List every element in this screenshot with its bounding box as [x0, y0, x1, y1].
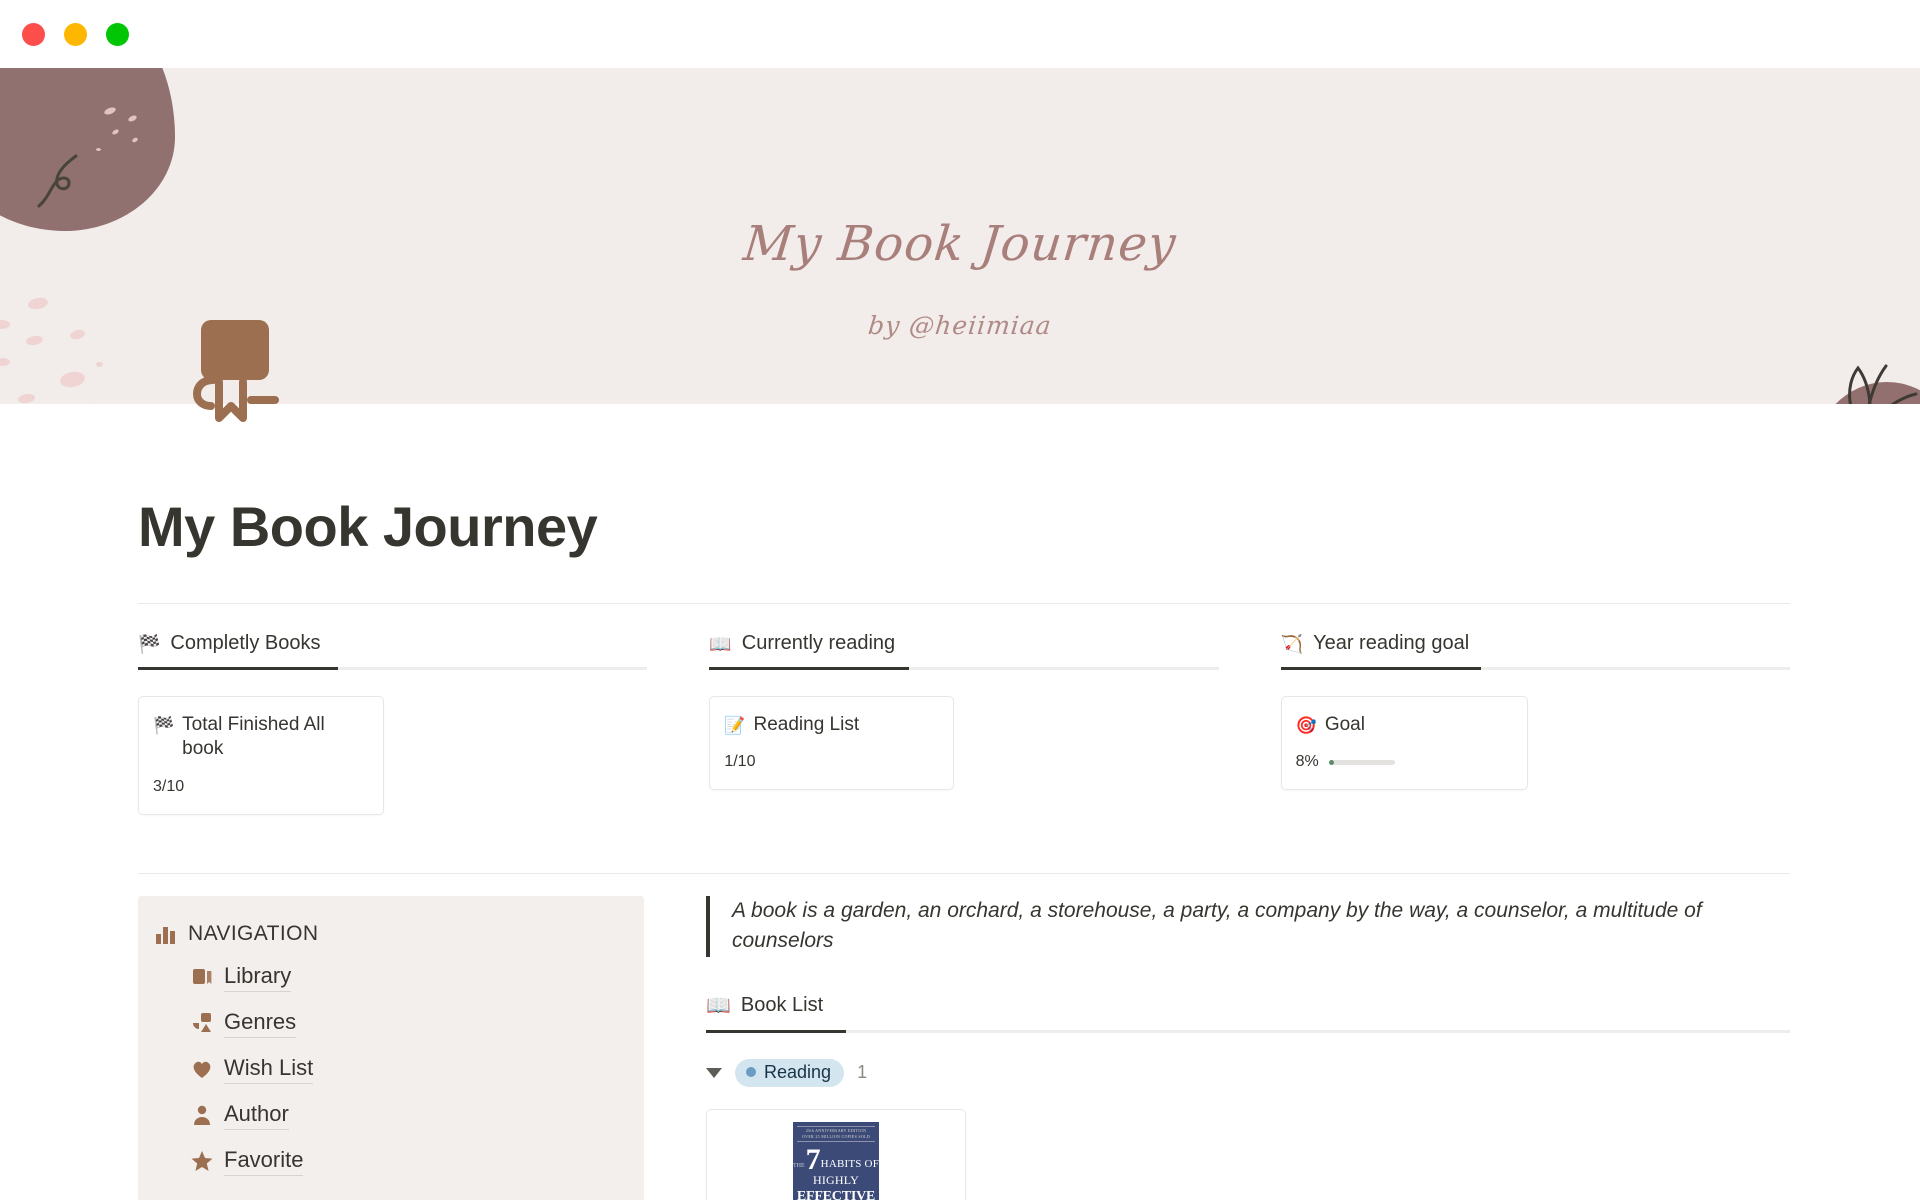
card-goal[interactable]: 🎯 Goal 8%: [1280, 696, 1528, 791]
close-window-button[interactable]: [22, 22, 45, 46]
page-title[interactable]: My Book Journey: [138, 494, 1790, 559]
card-title: Total Finished All book: [182, 714, 325, 760]
decorative-speck: [17, 392, 36, 404]
bar-chart-icon: [156, 926, 175, 944]
navigation-heading-label: NAVIGATION: [188, 921, 319, 945]
maximize-window-button[interactable]: [106, 22, 129, 46]
decorative-speck: [58, 369, 87, 390]
open-book-icon: 📖: [709, 633, 732, 654]
book-cover-line-3: EFFECTIVE: [796, 1188, 876, 1200]
sidebar-item-genres[interactable]: Genres: [138, 1009, 644, 1038]
page-icon[interactable]: [183, 318, 287, 433]
decorative-speck: [27, 296, 49, 311]
banner-subtitle: by @heiimiaa: [866, 311, 1054, 340]
progress-bar: [1328, 759, 1395, 765]
status-badge[interactable]: Reading: [735, 1058, 845, 1087]
tab-book-list[interactable]: 📖 Book List: [706, 993, 1790, 1030]
progress-percent-label: 8%: [1295, 753, 1319, 771]
stat-column-completly-books: 🏁 Completly Books 🏁 Total Finished All b…: [138, 632, 648, 815]
tab-underline: [1280, 667, 1790, 670]
card-header: 🎯 Goal: [1296, 713, 1509, 737]
tab-label: Currently reading: [741, 632, 896, 654]
content-container: My Book Journey 🏁 Completly Books 🏁 Tota…: [130, 494, 1790, 1200]
status-badge-label: Reading: [764, 1061, 832, 1082]
card-total-finished[interactable]: 🏁 Total Finished All book 3/10: [138, 696, 384, 815]
sidebar-item-label: Wish List: [224, 1055, 314, 1084]
genres-icon: [193, 1013, 211, 1033]
chequered-flag-icon: 🏁: [138, 633, 161, 654]
card-value: 1/10: [724, 753, 756, 771]
books-icon: [193, 969, 212, 985]
tab-underline: [709, 667, 1219, 670]
banner-title: My Book Journey: [740, 216, 1180, 272]
sidebar-item-label: Author: [224, 1101, 289, 1130]
decorative-speck: [81, 402, 97, 404]
card-header: 📝 Reading List: [724, 713, 935, 737]
title-divider: [138, 603, 1790, 604]
group-count: 1: [857, 1062, 868, 1082]
decorative-leaves-icon: [1848, 364, 1918, 404]
sidebar-item-label: Favorite: [224, 1147, 304, 1176]
sidebar-item-label: Library: [224, 963, 292, 992]
book-cover-habits: HABITS OF: [820, 1157, 879, 1170]
stat-column-year-reading-goal: 🏹 Year reading goal 🎯 Goal 8%: [1280, 632, 1790, 815]
decorative-speck: [96, 148, 101, 151]
lower-section: NAVIGATION Library Genres Wish List Auth…: [138, 895, 1790, 1200]
book-cover-edition-bottom: OVER 25 MILLION COPIES SOLD: [801, 1133, 871, 1139]
tab-underline: [138, 667, 648, 670]
window-titlebar: [0, 0, 1920, 68]
card-header: 🏁 Total Finished All book: [153, 713, 365, 762]
tab-currently-reading[interactable]: 📖 Currently reading: [709, 632, 1218, 667]
section-divider: [138, 872, 1790, 874]
book-cover-edition: 25th ANNIVERSARY EDITION OVER 25 MILLION…: [797, 1125, 875, 1142]
tab-label: Book List: [740, 993, 824, 1016]
sidebar-item-label: Genres: [224, 1009, 297, 1038]
open-book-icon: 📖: [706, 994, 731, 1017]
closed-book-icon: [192, 320, 279, 422]
star-icon: [191, 1151, 213, 1172]
tab-underline: [706, 1029, 1790, 1033]
target-icon: 🎯: [1295, 716, 1317, 735]
card-progress: 8%: [1296, 753, 1509, 771]
book-card[interactable]: 25th ANNIVERSARY EDITION OVER 25 MILLION…: [706, 1108, 966, 1200]
card-title: Goal: [1324, 714, 1365, 735]
navigation-heading: NAVIGATION: [138, 922, 644, 946]
quote-block[interactable]: A book is a garden, an orchard, a storeh…: [706, 895, 1790, 957]
tab-label: Year reading goal: [1313, 632, 1470, 654]
book-cover-the: THE: [793, 1162, 805, 1169]
minimize-window-button[interactable]: [64, 22, 87, 46]
heart-icon: [193, 1061, 211, 1079]
book-cover-edition-top: 25th ANNIVERSARY EDITION: [805, 1127, 867, 1133]
traffic-light-controls: [22, 22, 129, 46]
page-body: My Book Journey 🏁 Completly Books 🏁 Tota…: [0, 494, 1920, 1200]
card-reading-list[interactable]: 📝 Reading List 1/10: [709, 696, 955, 791]
cover-banner[interactable]: My Book Journey by @heiimiaa: [0, 68, 1920, 404]
sidebar-item-library[interactable]: Library: [138, 963, 644, 992]
card-value: 3/10: [153, 777, 185, 795]
navigation-panel: NAVIGATION Library Genres Wish List Auth…: [138, 895, 644, 1200]
sidebar-item-author[interactable]: Author: [138, 1101, 644, 1130]
book-cover-line-1: THE 7 HABITS OF: [793, 1142, 879, 1176]
bow-and-arrow-icon: 🏹: [1280, 633, 1304, 654]
book-group-header[interactable]: Reading 1: [706, 1058, 1790, 1087]
memo-icon: 📝: [724, 716, 746, 735]
sidebar-item-favorite[interactable]: Favorite: [138, 1147, 644, 1176]
chequered-flag-icon: 🏁: [153, 716, 175, 735]
right-column: A book is a garden, an orchard, a storeh…: [706, 895, 1790, 1200]
decorative-squiggle-icon: [37, 154, 78, 208]
book-cover-number: 7: [805, 1142, 821, 1176]
card-title: Reading List: [753, 714, 860, 735]
stats-row: 🏁 Completly Books 🏁 Total Finished All b…: [138, 632, 1790, 815]
book-cover: 25th ANNIVERSARY EDITION OVER 25 MILLION…: [793, 1121, 879, 1200]
tab-label: Completly Books: [170, 632, 321, 654]
person-icon: [194, 1105, 210, 1126]
sidebar-item-wish-list[interactable]: Wish List: [138, 1055, 644, 1084]
tab-year-reading-goal[interactable]: 🏹 Year reading goal: [1281, 632, 1790, 667]
tab-completly-books[interactable]: 🏁 Completly Books: [138, 632, 647, 667]
chevron-down-icon[interactable]: [706, 1067, 722, 1078]
decorative-speck: [96, 362, 103, 367]
decorative-speck: [0, 358, 10, 366]
status-dot-icon: [746, 1067, 756, 1077]
stat-column-currently-reading: 📖 Currently reading 📝 Reading List 1/10: [709, 632, 1219, 815]
